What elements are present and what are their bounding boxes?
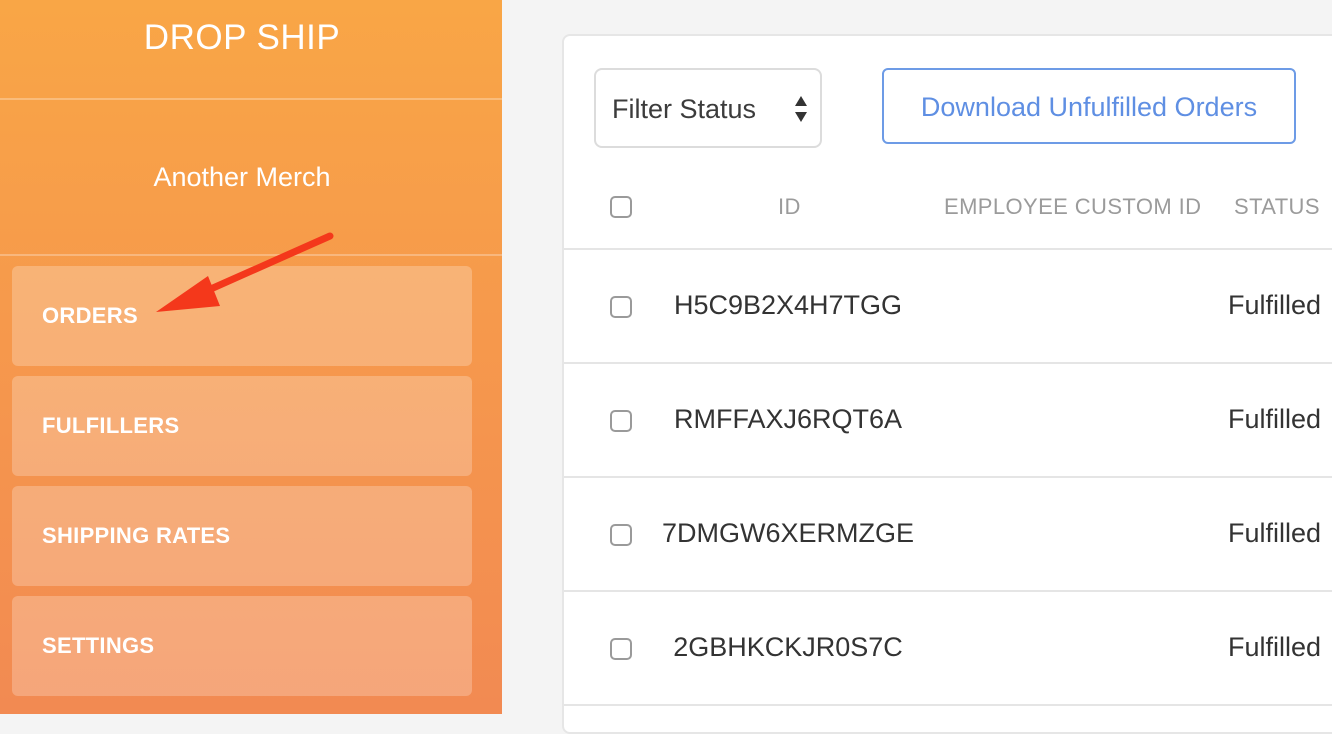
sidebar-item-settings[interactable]: SETTINGS bbox=[12, 596, 472, 696]
order-id[interactable]: 7DMGW6XERMZGE bbox=[658, 518, 918, 549]
column-header-id[interactable]: ID bbox=[778, 194, 801, 220]
sidebar-item-shipping-rates[interactable]: SHIPPING RATES bbox=[12, 486, 472, 586]
select-all-checkbox[interactable] bbox=[610, 196, 632, 218]
order-id[interactable]: H5C9B2X4H7TGG bbox=[658, 290, 918, 321]
row-divider bbox=[564, 590, 1332, 592]
sidebar-item-fulfillers[interactable]: FULFILLERS bbox=[12, 376, 472, 476]
order-status: Fulfilled bbox=[1228, 518, 1322, 548]
brand-title: DROP SHIP bbox=[143, 18, 341, 57]
order-status: Fulfilled bbox=[1228, 404, 1322, 434]
order-id[interactable]: RMFFAXJ6RQT6A bbox=[658, 404, 918, 435]
sidebar-item-label: SHIPPING RATES bbox=[42, 523, 231, 548]
orders-panel: Filter Status Download Unfulfilled Order… bbox=[562, 34, 1332, 734]
brand-header: DROP SHIP bbox=[0, 0, 502, 100]
order-status: Fulfilled bbox=[1228, 290, 1322, 320]
download-unfulfilled-orders-button[interactable]: Download Unfulfilled Orders bbox=[882, 68, 1296, 144]
sidebar: DROP SHIP Another Merch ORDERS FULFILLER… bbox=[0, 0, 502, 714]
row-checkbox[interactable] bbox=[610, 296, 632, 318]
row-divider bbox=[564, 248, 1332, 250]
filter-status-label: Filter Status bbox=[612, 94, 757, 124]
filter-status-select[interactable]: Filter Status bbox=[594, 68, 822, 148]
order-status: Fulfilled bbox=[1228, 632, 1322, 662]
sidebar-item-label: FULFILLERS bbox=[42, 413, 180, 438]
merchant-name: Another Merch bbox=[153, 162, 331, 192]
row-divider bbox=[564, 362, 1332, 364]
sidebar-item-label: ORDERS bbox=[42, 303, 138, 328]
sidebar-item-label: SETTINGS bbox=[42, 633, 155, 658]
row-checkbox[interactable] bbox=[610, 410, 632, 432]
row-divider bbox=[564, 704, 1332, 706]
row-checkbox[interactable] bbox=[610, 524, 632, 546]
row-checkbox[interactable] bbox=[610, 638, 632, 660]
order-id[interactable]: 2GBHKCKJR0S7C bbox=[658, 632, 918, 663]
arrow-icon bbox=[156, 232, 334, 312]
column-header-status[interactable]: STATUS bbox=[1234, 194, 1320, 220]
column-header-employee-custom-id[interactable]: EMPLOYEE CUSTOM ID bbox=[944, 194, 1201, 220]
select-arrows-icon bbox=[795, 96, 807, 122]
download-button-label: Download Unfulfilled Orders bbox=[920, 92, 1258, 122]
row-divider bbox=[564, 476, 1332, 478]
